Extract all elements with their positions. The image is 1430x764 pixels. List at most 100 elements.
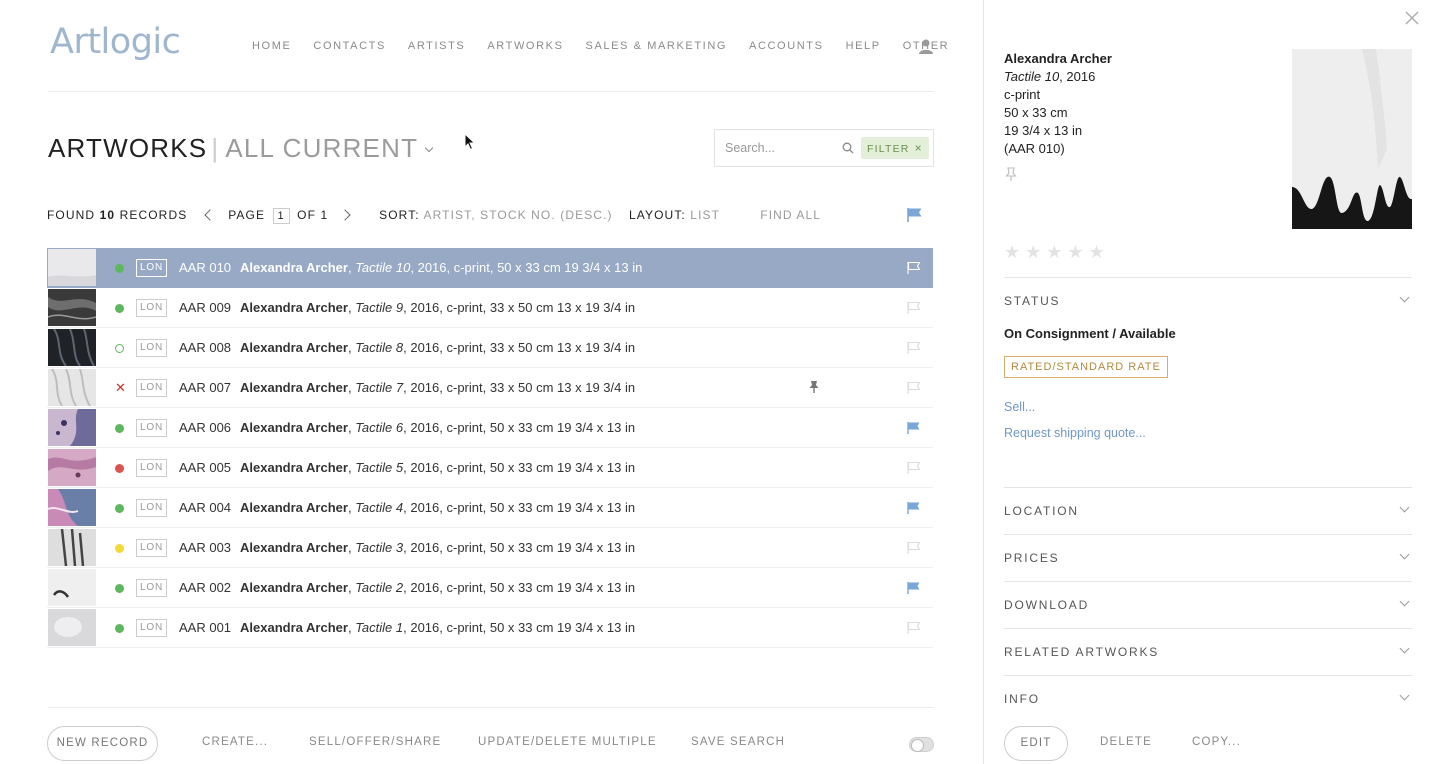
mouse-cursor-icon <box>464 133 476 151</box>
save-search-button[interactable]: SAVE SEARCH <box>691 736 785 748</box>
artwork-description: AAR 004 Alexandra Archer, Tactile 4, 2016… <box>179 500 636 515</box>
nav-artworks[interactable]: ARTWORKS <box>487 40 563 52</box>
table-row[interactable]: LON AAR 001 Alexandra Archer, Tactile 1, 2… <box>47 608 933 648</box>
user-icon[interactable] <box>918 38 934 54</box>
pin-icon[interactable] <box>1005 167 1017 182</box>
chevron-down-icon <box>1399 502 1410 513</box>
nav-home[interactable]: HOME <box>252 40 291 52</box>
title-separator: | <box>211 133 220 163</box>
stock-number: AAR 008 <box>179 340 232 355</box>
artwork-thumbnail[interactable] <box>48 489 96 526</box>
flag-icon[interactable] <box>907 581 921 600</box>
table-row[interactable]: LON AAR 009 Alexandra Archer, Tactile 9, 2… <box>47 288 933 328</box>
nav-help[interactable]: HELP <box>846 40 881 52</box>
artist-name: Alexandra Archer <box>240 340 348 355</box>
table-row[interactable]: LON AAR 003 Alexandra Archer, Tactile 3, 2… <box>47 528 933 568</box>
location-section-header[interactable]: LOCATION <box>1004 502 1412 518</box>
related-artworks-section-label: RELATED ARTWORKS <box>1004 645 1160 659</box>
search-icon[interactable] <box>842 142 854 154</box>
flag-icon[interactable] <box>907 207 923 223</box>
status-section-header[interactable]: STATUS <box>1004 292 1412 308</box>
nav-sales-marketing[interactable]: SALES & MARKETING <box>586 40 728 52</box>
artwork-thumbnail[interactable] <box>48 529 96 566</box>
update-delete-multiple-button[interactable]: UPDATE/DELETE MULTIPLE <box>478 736 657 748</box>
table-row[interactable]: LON AAR 005 Alexandra Archer, Tactile 5, 2… <box>47 448 933 488</box>
view-toggle[interactable] <box>909 737 934 752</box>
flag-icon[interactable] <box>907 341 921 360</box>
flag-icon[interactable] <box>907 501 921 520</box>
find-all-link[interactable]: FIND ALL <box>760 208 821 222</box>
nav-accounts[interactable]: ACCOUNTS <box>749 40 824 52</box>
copy-button[interactable]: COPY... <box>1192 736 1241 748</box>
pin-icon[interactable] <box>809 380 819 399</box>
artwork-title: Tactile 9 <box>355 300 404 315</box>
rating-stars[interactable]: ★★★★★ <box>1004 242 1110 263</box>
artlogic-logo[interactable]: Artlogic <box>50 22 181 62</box>
nav-contacts[interactable]: CONTACTS <box>313 40 385 52</box>
chevron-down-icon[interactable] <box>424 143 434 153</box>
table-row[interactable]: LON AAR 002 Alexandra Archer, Tactile 2, 2… <box>47 568 933 608</box>
artwork-thumbnail[interactable] <box>48 409 96 446</box>
sell-offer-share-button[interactable]: SELL/OFFER/SHARE <box>309 736 441 748</box>
prices-section-header[interactable]: PRICES <box>1004 549 1412 565</box>
artwork-image[interactable] <box>1292 49 1412 229</box>
artwork-title: Tactile 2 <box>355 580 404 595</box>
location-badge: LON <box>136 499 167 517</box>
create-button[interactable]: CREATE... <box>202 736 268 748</box>
search-box: FILTER × <box>714 129 934 167</box>
view-selector[interactable]: ALL CURRENT <box>225 133 418 163</box>
artwork-thumbnail[interactable] <box>48 369 96 406</box>
table-row[interactable]: LON AAR 006 Alexandra Archer, Tactile 6, 2… <box>47 408 933 448</box>
flag-icon[interactable] <box>907 301 921 320</box>
artwork-thumbnail[interactable] <box>48 249 96 286</box>
related-artworks-section-header[interactable]: RELATED ARTWORKS <box>1004 643 1412 659</box>
new-record-button[interactable]: NEW RECORD <box>47 726 158 761</box>
nav-artists[interactable]: ARTISTS <box>408 40 465 52</box>
filter-remove-icon[interactable]: × <box>915 141 923 155</box>
edit-button[interactable]: EDIT <box>1004 726 1068 761</box>
status-dot <box>115 264 124 273</box>
prices-section-label: PRICES <box>1004 551 1060 565</box>
sell-link[interactable]: Sell... <box>1004 400 1035 414</box>
flag-icon[interactable] <box>907 381 921 400</box>
download-section-header[interactable]: DOWNLOAD <box>1004 596 1412 612</box>
location-badge: LON <box>136 339 167 357</box>
chevron-down-icon <box>1399 690 1410 701</box>
prev-page-icon[interactable] <box>204 209 216 221</box>
artwork-thumbnail[interactable] <box>48 609 96 646</box>
main-nav: HOME CONTACTS ARTISTS ARTWORKS SALES & M… <box>252 40 971 52</box>
table-row[interactable]: LON AAR 004 Alexandra Archer, Tactile 4, 2… <box>47 488 933 528</box>
close-icon[interactable] <box>1404 10 1420 26</box>
table-row[interactable]: LON AAR 008 Alexandra Archer, Tactile 8, 2… <box>47 328 933 368</box>
table-row[interactable]: LON AAR 010 Alexandra Archer, Tactile 10, … <box>47 248 933 288</box>
page-number-input[interactable]: 1 <box>272 208 290 224</box>
flag-icon[interactable] <box>907 541 921 560</box>
chevron-down-icon <box>1399 549 1410 560</box>
flag-icon[interactable] <box>907 621 921 640</box>
delete-button[interactable]: DELETE <box>1100 736 1152 748</box>
flag-icon[interactable] <box>907 421 921 440</box>
artwork-thumbnail[interactable] <box>48 449 96 486</box>
next-page-icon[interactable] <box>339 209 351 221</box>
stock-number: AAR 006 <box>179 420 232 435</box>
location-badge: LON <box>136 619 167 637</box>
status-section-label: STATUS <box>1004 294 1061 308</box>
flag-icon[interactable] <box>907 461 921 480</box>
artwork-list: LON AAR 010 Alexandra Archer, Tactile 10, … <box>47 248 933 648</box>
layout-value[interactable]: LIST <box>690 208 720 222</box>
sort-value[interactable]: ARTIST, STOCK NO. (DESC.) <box>424 208 613 222</box>
search-input[interactable] <box>715 130 855 166</box>
artwork-thumbnail[interactable] <box>48 569 96 606</box>
artwork-title: Tactile 8 <box>355 340 404 355</box>
artwork-thumbnail[interactable] <box>48 329 96 366</box>
filter-tag[interactable]: FILTER × <box>861 137 929 159</box>
detail-dims-cm: 50 x 33 cm <box>1004 105 1068 120</box>
chevron-down-icon <box>1399 596 1410 607</box>
download-section-label: DOWNLOAD <box>1004 598 1090 612</box>
info-section-header[interactable]: INFO <box>1004 690 1412 706</box>
flag-icon[interactable] <box>907 261 921 280</box>
artwork-description: AAR 010 Alexandra Archer, Tactile 10, 201… <box>179 260 643 275</box>
artwork-thumbnail[interactable] <box>48 289 96 326</box>
shipping-quote-link[interactable]: Request shipping quote... <box>1004 426 1146 440</box>
table-row[interactable]: ✕ LON AAR 007 Alexandra Archer, Tactile 7, … <box>47 368 933 408</box>
